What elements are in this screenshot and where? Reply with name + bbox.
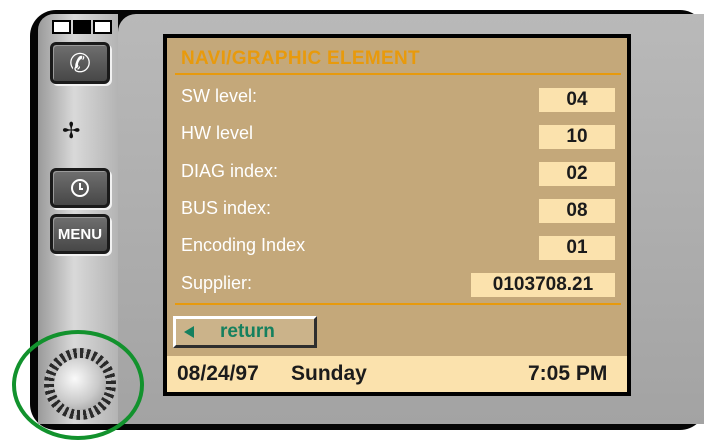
field-label-sw-level: SW level: <box>181 86 258 106</box>
mode-indicator <box>52 20 113 34</box>
field-value-hw-level: 10 <box>539 125 615 149</box>
field-value-supplier: 0103708.21 <box>471 273 615 297</box>
field-value-diag-index: 02 <box>539 162 615 186</box>
indicator-segment <box>72 20 92 34</box>
field-label-bus-index: BUS index: <box>181 198 272 218</box>
indicator-segment <box>52 20 71 34</box>
content-divider <box>175 303 621 305</box>
page-title: NAVI/GRAPHIC ELEMENT <box>181 48 420 69</box>
knob-center <box>54 358 106 410</box>
field-label-diag-index: DIAG index: <box>181 161 279 181</box>
field-label-supplier: Supplier: <box>181 273 253 293</box>
field-label-encoding-index: Encoding Index <box>181 235 306 255</box>
lcd-panel: NAVI/GRAPHIC ELEMENT SW level: 04 HW lev… <box>167 38 627 392</box>
back-arrow-icon <box>184 326 194 338</box>
rotary-knob[interactable] <box>44 348 116 420</box>
status-date: 08/24/97 <box>177 362 259 385</box>
indicator-segment <box>93 20 113 34</box>
phone-icon: ✆ <box>69 47 91 78</box>
clock-icon <box>71 179 89 197</box>
field-value-sw-level: 04 <box>539 88 615 112</box>
title-divider <box>175 73 621 75</box>
status-time: 7:05 PM <box>528 362 608 385</box>
phone-button[interactable]: ✆ <box>50 42 110 84</box>
display-screen: NAVI/GRAPHIC ELEMENT SW level: 04 HW lev… <box>163 34 631 396</box>
return-label: return <box>220 321 275 342</box>
fan-icon[interactable]: ✢ <box>62 118 80 144</box>
field-label-hw-level: HW level <box>181 123 254 143</box>
field-value-encoding-index: 01 <box>539 236 615 260</box>
menu-button[interactable]: MENU <box>50 214 110 254</box>
status-bar: 08/24/97 Sunday 7:05 PM <box>167 356 627 392</box>
status-day: Sunday <box>291 362 367 385</box>
clock-button[interactable] <box>50 168 110 208</box>
field-value-bus-index: 08 <box>539 199 615 223</box>
return-button[interactable]: return <box>173 316 317 348</box>
